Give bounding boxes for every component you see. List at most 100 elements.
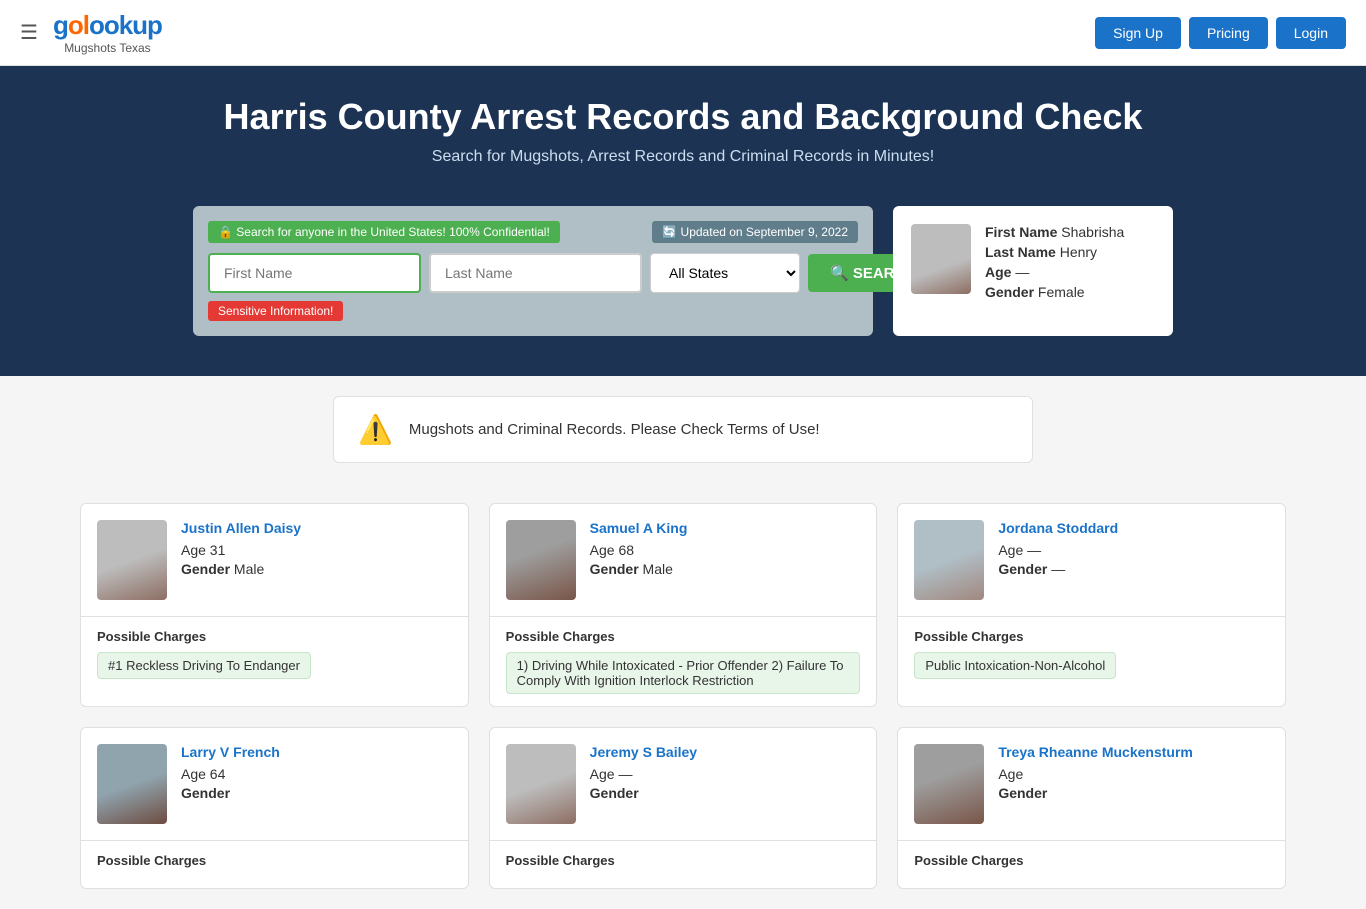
search-top-bar: 🔒 Search for anyone in the United States… xyxy=(208,221,858,243)
profile-lastname: Last Name Henry xyxy=(985,244,1124,260)
lastname-value: Henry xyxy=(1060,244,1097,260)
age-label: Age xyxy=(181,542,206,558)
person-age: Age — xyxy=(998,542,1118,558)
mugshot-4 xyxy=(97,744,167,824)
card-header: Samuel A King Age 68 Gender Male xyxy=(490,504,877,617)
charges-label: Possible Charges xyxy=(914,629,1269,644)
search-box: 🔒 Search for anyone in the United States… xyxy=(193,206,873,336)
gender-label: Gender xyxy=(590,561,639,577)
signup-button[interactable]: Sign Up xyxy=(1095,17,1181,49)
mugshot-5 xyxy=(506,744,576,824)
person-gender: Gender Male xyxy=(590,561,688,577)
person-name: Jeremy S Bailey xyxy=(590,744,697,760)
updated-badge: 🔄 Updated on September 9, 2022 xyxy=(652,221,858,243)
charges-label: Possible Charges xyxy=(97,853,452,868)
person-card[interactable]: Justin Allen Daisy Age 31 Gender Male Po… xyxy=(80,503,469,707)
profile-age: Age — xyxy=(985,264,1124,280)
search-inputs: All StatesAlabamaAlaskaArizonaArkansasCa… xyxy=(208,253,858,293)
person-name: Samuel A King xyxy=(590,520,688,536)
cards-section: Justin Allen Daisy Age 31 Gender Male Po… xyxy=(0,483,1366,909)
person-gender: Gender — xyxy=(998,561,1118,577)
person-age: Age 31 xyxy=(181,542,301,558)
gender-label: Gender xyxy=(998,561,1047,577)
mugshot-image xyxy=(914,520,984,600)
mugshot-2 xyxy=(506,520,576,600)
header: ☰ golookup Mugshots Texas Sign Up Pricin… xyxy=(0,0,1366,66)
card-info: Larry V French Age 64 Gender xyxy=(181,744,280,804)
lastname-label: Last Name xyxy=(985,244,1056,260)
card-charges: Possible Charges #1 Reckless Driving To … xyxy=(81,617,468,691)
card-header: Jordana Stoddard Age — Gender — xyxy=(898,504,1285,617)
charge-tag: 1) Driving While Intoxicated - Prior Off… xyxy=(506,652,861,694)
mugshot-1 xyxy=(97,520,167,600)
last-name-input[interactable] xyxy=(429,253,642,293)
hero-subtitle: Search for Mugshots, Arrest Records and … xyxy=(20,148,1346,166)
gender-label: Gender xyxy=(590,785,639,801)
header-left: ☰ golookup Mugshots Texas xyxy=(20,10,162,55)
logo-subtitle: Mugshots Texas xyxy=(53,41,162,55)
card-header: Larry V French Age 64 Gender xyxy=(81,728,468,841)
profile-gender: Gender Female xyxy=(985,284,1124,300)
card-header: Jeremy S Bailey Age — Gender xyxy=(490,728,877,841)
mugshot-image xyxy=(506,520,576,600)
card-info: Treya Rheanne Muckensturm Age Gender xyxy=(998,744,1193,804)
first-name-input[interactable] xyxy=(208,253,421,293)
search-section: 🔒 Search for anyone in the United States… xyxy=(0,206,1366,376)
warning-text: Mugshots and Criminal Records. Please Ch… xyxy=(409,421,820,438)
profile-firstname: First Name Shabrisha xyxy=(985,224,1124,240)
person-gender: Gender xyxy=(181,785,280,801)
card-info: Justin Allen Daisy Age 31 Gender Male xyxy=(181,520,301,580)
card-charges: Possible Charges 1) Driving While Intoxi… xyxy=(490,617,877,706)
gender-label: Gender xyxy=(998,785,1047,801)
charge-tag: Public Intoxication-Non-Alcohol xyxy=(914,652,1116,679)
person-card[interactable]: Larry V French Age 64 Gender Possible Ch… xyxy=(80,727,469,889)
login-button[interactable]: Login xyxy=(1276,17,1346,49)
age-label: Age xyxy=(998,542,1023,558)
logo: golookup xyxy=(53,10,162,41)
card-header: Treya Rheanne Muckensturm Age Gender xyxy=(898,728,1285,841)
card-info: Samuel A King Age 68 Gender Male xyxy=(590,520,688,580)
warning-icon: ⚠️ xyxy=(358,413,393,446)
person-age: Age 64 xyxy=(181,766,280,782)
profile-image xyxy=(911,224,971,294)
gender-label: Gender xyxy=(181,561,230,577)
state-select[interactable]: All StatesAlabamaAlaskaArizonaArkansasCa… xyxy=(650,253,800,293)
card-header: Justin Allen Daisy Age 31 Gender Male xyxy=(81,504,468,617)
cards-grid: Justin Allen Daisy Age 31 Gender Male Po… xyxy=(80,503,1286,889)
person-name: Justin Allen Daisy xyxy=(181,520,301,536)
page-title: Harris County Arrest Records and Backgro… xyxy=(20,96,1346,138)
mugshot-image xyxy=(97,744,167,824)
confidential-badge: 🔒 Search for anyone in the United States… xyxy=(208,221,560,243)
age-label: Age xyxy=(985,264,1011,280)
card-charges: Possible Charges xyxy=(490,841,877,888)
pricing-button[interactable]: Pricing xyxy=(1189,17,1268,49)
warning-bar: ⚠️ Mugshots and Criminal Records. Please… xyxy=(333,396,1033,463)
gender-label: Gender xyxy=(181,785,230,801)
charges-label: Possible Charges xyxy=(97,629,452,644)
charges-label: Possible Charges xyxy=(506,853,861,868)
card-info: Jordana Stoddard Age — Gender — xyxy=(998,520,1118,580)
age-value: — xyxy=(1015,264,1029,280)
mugshot-image xyxy=(914,744,984,824)
person-card[interactable]: Samuel A King Age 68 Gender Male Possibl… xyxy=(489,503,878,707)
person-age: Age xyxy=(998,766,1193,782)
sensitive-badge: Sensitive Information! xyxy=(208,301,343,321)
mugshot-3 xyxy=(914,520,984,600)
person-age: Age — xyxy=(590,766,697,782)
profile-card: First Name Shabrisha Last Name Henry Age… xyxy=(893,206,1173,336)
card-info: Jeremy S Bailey Age — Gender xyxy=(590,744,697,804)
person-gender: Gender xyxy=(998,785,1193,801)
person-card[interactable]: Jeremy S Bailey Age — Gender Possible Ch… xyxy=(489,727,878,889)
age-label: Age xyxy=(590,766,615,782)
person-name: Larry V French xyxy=(181,744,280,760)
hamburger-icon[interactable]: ☰ xyxy=(20,20,38,45)
firstname-label: First Name xyxy=(985,224,1057,240)
person-gender: Gender Male xyxy=(181,561,301,577)
person-card[interactable]: Treya Rheanne Muckensturm Age Gender Pos… xyxy=(897,727,1286,889)
card-charges: Possible Charges Public Intoxication-Non… xyxy=(898,617,1285,691)
card-charges: Possible Charges xyxy=(898,841,1285,888)
profile-info: First Name Shabrisha Last Name Henry Age… xyxy=(985,224,1124,304)
profile-thumbnail xyxy=(911,224,971,294)
person-card[interactable]: Jordana Stoddard Age — Gender — Possible… xyxy=(897,503,1286,707)
charges-label: Possible Charges xyxy=(506,629,861,644)
